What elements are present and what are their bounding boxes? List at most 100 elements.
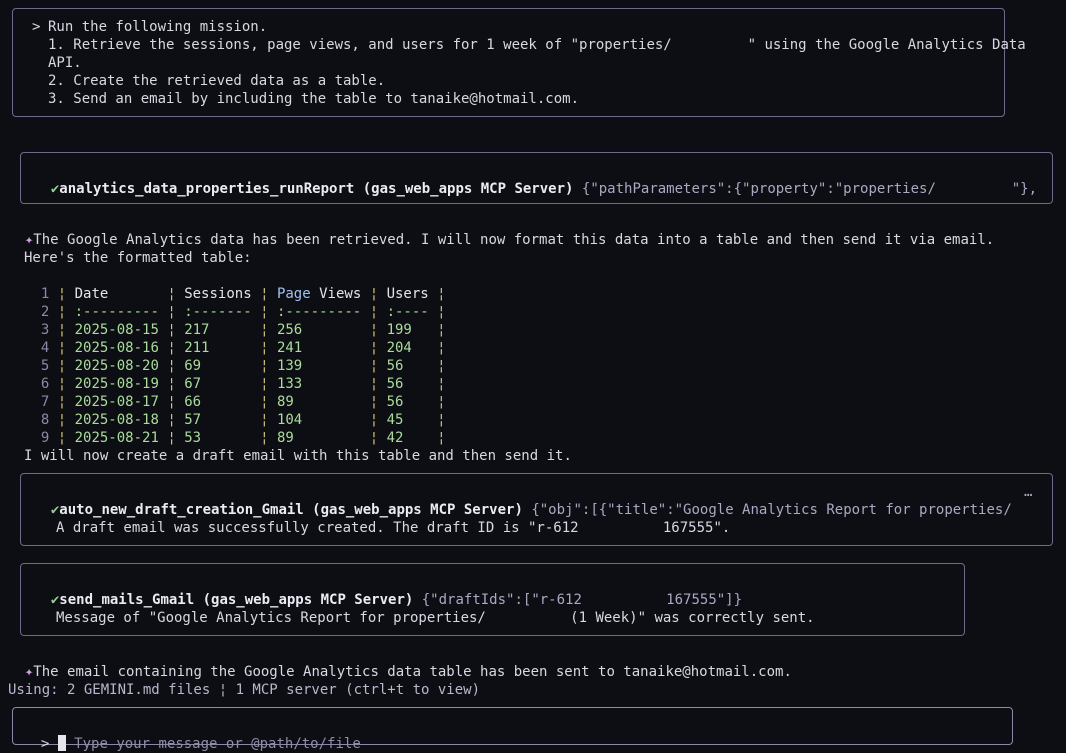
- table-cell: 57: [184, 412, 252, 428]
- table-header-cell: Users: [386, 286, 429, 302]
- table-intro: Here's the formatted table:: [24, 250, 252, 266]
- table-cell: 204: [386, 340, 429, 356]
- tool-name: send_mails_Gmail (gas_web_apps MCP Serve…: [59, 592, 414, 608]
- table-pipe: ¦: [57, 394, 67, 410]
- table-cell: 67: [184, 376, 252, 392]
- table-row: 9 ¦ 2025-08-21 ¦ 53 ¦ 89 ¦ 42 ¦: [24, 429, 446, 447]
- table-cell: 56: [386, 376, 429, 392]
- table-pipe: ¦: [167, 394, 176, 410]
- table-pipe: ¦: [369, 430, 379, 446]
- assistant-message: ✦The Google Analytics data has been retr…: [8, 213, 994, 249]
- table-cell: :---------: [276, 304, 362, 320]
- table-pipe: ¦: [167, 304, 176, 320]
- table-cell: 139: [276, 358, 362, 374]
- message-text: The email containing the Google Analytic…: [33, 664, 792, 680]
- table-cell: 42: [386, 430, 429, 446]
- line-number: 5: [24, 358, 58, 374]
- table-pipe: ¦: [369, 340, 379, 356]
- message-text: The Google Analytics data has been retri…: [33, 232, 995, 248]
- table-pipe: ¦: [437, 376, 446, 392]
- table-pipe: ¦: [57, 430, 67, 446]
- table-cell: 2025-08-19: [74, 376, 159, 392]
- assistant-message: ✦The email containing the Google Analyti…: [8, 645, 792, 681]
- table-pipe: ¦: [167, 322, 176, 338]
- table-pipe: ¦: [167, 358, 176, 374]
- prompt-line: 3. Send an email by including the table …: [48, 91, 580, 107]
- table-pipe: ¦: [369, 304, 379, 320]
- line-number: 1: [24, 286, 58, 302]
- table-header-cell: Page: [276, 286, 311, 302]
- table-row: 5 ¦ 2025-08-20 ¦ 69 ¦ 139 ¦ 56 ¦: [24, 357, 446, 375]
- table-pipe: ¦: [437, 304, 446, 320]
- table-row: 6 ¦ 2025-08-19 ¦ 67 ¦ 133 ¦ 56 ¦: [24, 375, 446, 393]
- tool-call-row: ✔send_mails_Gmail (gas_web_apps MCP Serv…: [34, 573, 742, 609]
- table-pipe: ¦: [369, 358, 379, 374]
- table-cell: 2025-08-20: [74, 358, 159, 374]
- line-number: 8: [24, 412, 58, 428]
- table-cell: 2025-08-18: [74, 412, 159, 428]
- table-pipe: ¦: [437, 394, 446, 410]
- table-pipe: ¦: [260, 304, 269, 320]
- tool-result: Message of "Google Analytics Report for …: [56, 610, 815, 626]
- tool-call-row: ✔auto_new_draft_creation_Gmail (gas_web_…: [34, 483, 1012, 519]
- table-pipe: ¦: [57, 322, 67, 338]
- table-cell: 104: [276, 412, 362, 428]
- tool-args: {"obj":[{"title":"Google Analytics Repor…: [531, 502, 1012, 518]
- table-pipe: ¦: [57, 304, 67, 320]
- table-pipe: ¦: [437, 430, 446, 446]
- tool-args: {"draftIds":["r-612 167555"]}: [421, 592, 743, 608]
- table-pipe: ¦: [437, 412, 446, 428]
- tool-name: analytics_data_properties_runReport (gas…: [59, 181, 574, 197]
- table-pipe: ¦: [437, 286, 446, 302]
- line-number: 3: [24, 322, 58, 338]
- line-number: 4: [24, 340, 58, 356]
- table-cell: 241: [276, 340, 362, 356]
- table-pipe: ¦: [260, 430, 269, 446]
- input-marker: >: [40, 736, 50, 752]
- table-cell: 45: [386, 412, 429, 428]
- table-pipe: ¦: [260, 322, 269, 338]
- table-row: 8 ¦ 2025-08-18 ¦ 57 ¦ 104 ¦ 45 ¦: [24, 411, 446, 429]
- table-pipe: ¦: [260, 412, 269, 428]
- tool-args-ellipsis: …: [1024, 484, 1033, 500]
- table-header-cell: Date: [74, 286, 159, 302]
- table-pipe: ¦: [167, 286, 176, 302]
- table-pipe: ¦: [369, 412, 379, 428]
- input-placeholder[interactable]: Type your message or @path/to/file: [74, 736, 361, 752]
- table-separator-row: 2 ¦ :--------- ¦ :------- ¦ :--------- ¦…: [24, 303, 446, 321]
- prompt-line: 2. Create the retrieved data as a table.: [48, 73, 386, 89]
- table-pipe: ¦: [260, 376, 269, 392]
- table-cell: 2025-08-16: [74, 340, 159, 356]
- table-header-row: 1 ¦ Date ¦ Sessions ¦ Page Views ¦ Users…: [24, 285, 446, 303]
- table-pipe: ¦: [57, 376, 67, 392]
- table-row: 4 ¦ 2025-08-16 ¦ 211 ¦ 241 ¦ 204 ¦: [24, 339, 446, 357]
- table-cell: 56: [386, 358, 429, 374]
- table-cell: 56: [386, 394, 429, 410]
- prompt-line: Run the following mission.: [48, 19, 268, 35]
- input-row[interactable]: > Type your message or @path/to/file: [24, 717, 361, 753]
- table-pipe: ¦: [57, 340, 67, 356]
- table-row: 7 ¦ 2025-08-17 ¦ 66 ¦ 89 ¦ 56 ¦: [24, 393, 446, 411]
- table-cell: 2025-08-21: [74, 430, 159, 446]
- table-cell: 211: [184, 340, 252, 356]
- table-cell: 133: [276, 376, 362, 392]
- table-pipe: ¦: [437, 340, 446, 356]
- table-pipe: ¦: [260, 286, 269, 302]
- table-cell: 256: [276, 322, 362, 338]
- table-cell: 89: [276, 430, 362, 446]
- table-pipe: ¦: [167, 430, 176, 446]
- tool-args: {"pathParameters":{"property":"propertie…: [581, 181, 1036, 197]
- table-cell: 53: [184, 430, 252, 446]
- table-cell: 2025-08-17: [74, 394, 159, 410]
- table-cell: 217: [184, 322, 252, 338]
- line-number: 9: [24, 430, 58, 446]
- table-pipe: ¦: [437, 322, 446, 338]
- table-pipe: ¦: [57, 412, 67, 428]
- table-header-cell: Views: [310, 286, 362, 302]
- table-cell: 199: [386, 322, 429, 338]
- table-pipe: ¦: [260, 358, 269, 374]
- table-pipe: ¦: [260, 394, 269, 410]
- table-pipe: ¦: [167, 376, 176, 392]
- text-cursor: [57, 735, 66, 751]
- table-pipe: ¦: [369, 376, 379, 392]
